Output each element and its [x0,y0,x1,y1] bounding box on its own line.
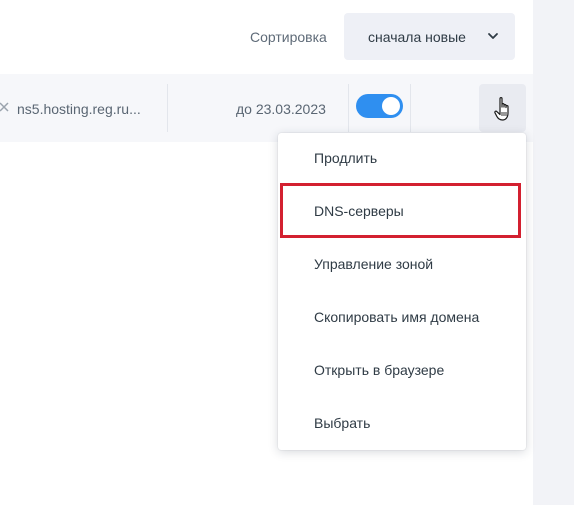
sort-label: Сортировка [250,29,327,45]
menu-item-open-in-browser[interactable]: Открыть в браузере [278,348,526,394]
menu-item-select[interactable]: Выбрать [278,401,526,447]
toggle-knob [382,97,400,115]
menu-item-label: Скопировать имя домена [314,309,480,325]
menu-item-label: Продлить [314,150,378,166]
menu-item-label: Управление зоной [314,256,434,272]
menu-item-label: Выбрать [314,415,371,431]
autorenew-toggle[interactable] [356,94,403,118]
sort-select[interactable]: сначала новые [344,13,515,60]
menu-item-copy-domain-name[interactable]: Скопировать имя домена [278,295,526,341]
chevron-down-icon [488,33,498,39]
menu-item-label: DNS-серверы [314,203,404,219]
column-divider [167,84,168,132]
menu-item-label: Открыть в браузере [314,362,445,378]
expiry-date: до 23.03.2023 [236,101,326,117]
sort-select-value: сначала новые [368,29,466,45]
hand-pointer-icon [494,97,509,121]
menu-item-renew[interactable]: Продлить [278,136,526,182]
menu-item-dns-servers[interactable]: DNS-серверы [278,189,526,235]
list-toolbar: Сортировка сначала новые [0,0,533,75]
column-divider [348,84,349,132]
row-actions-button[interactable] [479,84,526,132]
menu-item-zone-management[interactable]: Управление зоной [278,242,526,288]
nameservers-value: ns5.hosting.reg.ru... [17,101,141,117]
close-icon[interactable] [0,101,10,113]
domain-row: ns5.hosting.reg.ru... до 23.03.2023 [0,74,533,142]
right-side-strip [533,0,574,505]
column-divider [410,84,411,132]
row-actions-menu: Продлить DNS-серверы Управление зоной Ск… [278,133,526,450]
